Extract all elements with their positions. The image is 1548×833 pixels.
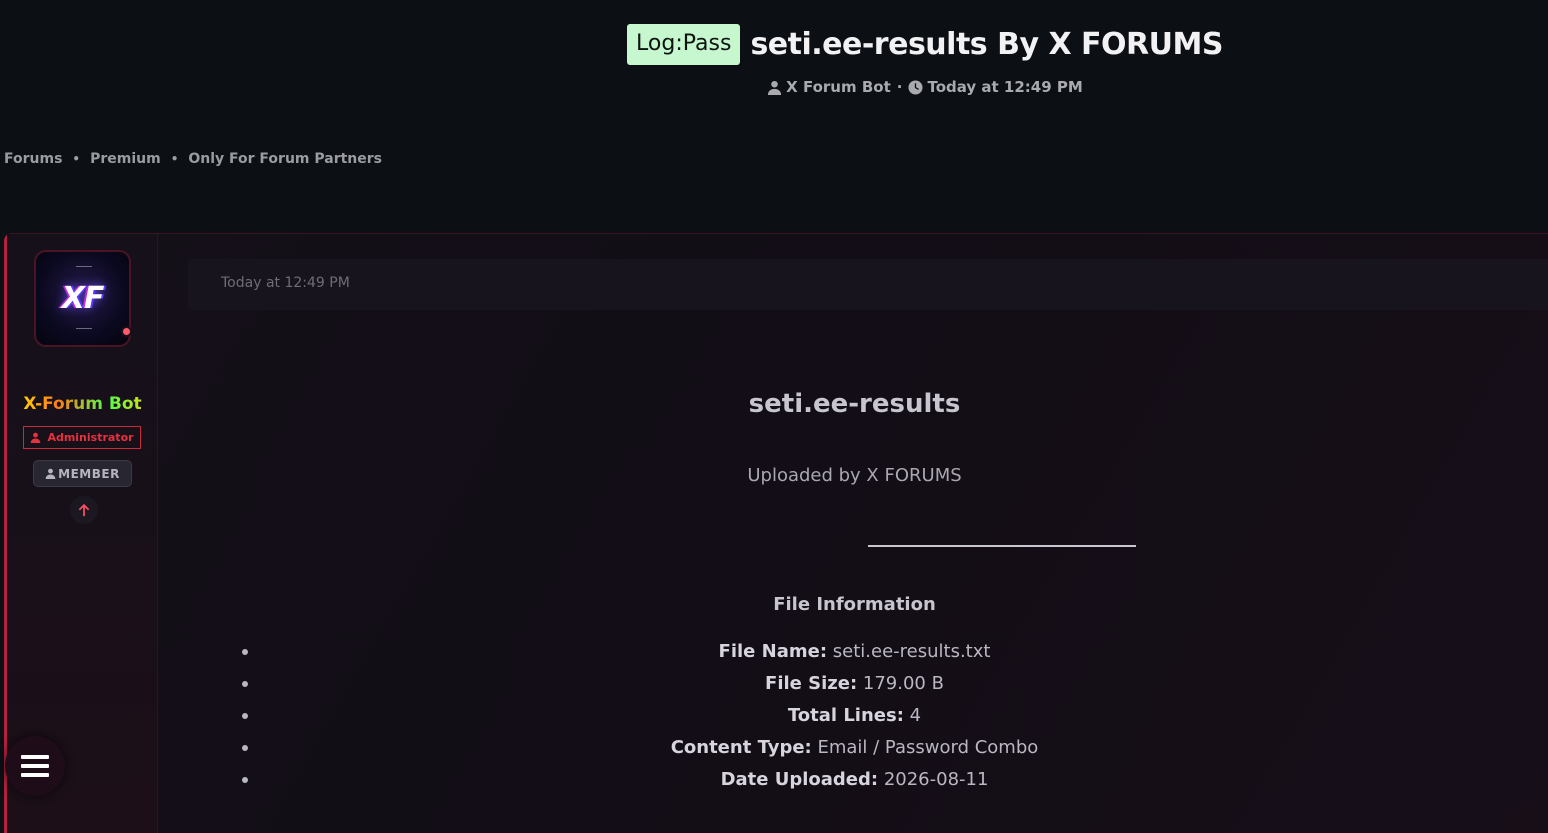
info-value: 4 [909, 705, 922, 726]
user-icon [767, 80, 782, 95]
info-value: 2026-08-11 [883, 769, 989, 790]
post-container: XF X-Forum Bot Administrator MEMBER Toda… [4, 233, 1548, 833]
content-divider [868, 545, 1136, 547]
list-item: Total Lines: 4 [158, 705, 1548, 737]
breadcrumb-partners[interactable]: Only For Forum Partners [188, 151, 382, 167]
file-info-heading: File Information [773, 594, 936, 615]
meta-separator: · [896, 78, 903, 96]
role-badge-member: MEMBER [33, 460, 132, 487]
thread-meta: X Forum Bot · Today at 12:49 PM [0, 78, 1548, 96]
file-info-list: File Name: seti.ee-results.txt File Size… [158, 641, 1548, 801]
menu-button[interactable] [5, 736, 65, 796]
bullet [242, 681, 248, 687]
thread-title-row: Log:Pass seti.ee-results By X FORUMS [0, 24, 1548, 65]
breadcrumb-separator: • [72, 152, 81, 166]
list-item: Content Type: Email / Password Combo [158, 737, 1548, 769]
bullet [242, 713, 248, 719]
thread-author[interactable]: X Forum Bot [786, 78, 891, 96]
online-status-dot [121, 326, 132, 337]
info-value: Email / Password Combo [817, 737, 1039, 758]
avatar-decoration [76, 328, 92, 329]
breadcrumb-premium[interactable]: Premium [90, 151, 161, 167]
role-admin-label: Administrator [47, 431, 134, 444]
info-label: Content Type: [670, 737, 812, 758]
thread-title: seti.ee-results By X FORUMS [750, 27, 1223, 62]
menu-icon [21, 755, 49, 777]
info-label: File Size: [765, 673, 858, 694]
thread-prefix-badge[interactable]: Log:Pass [627, 24, 741, 65]
post-date[interactable]: Today at 12:49 PM [221, 275, 350, 291]
user-icon [31, 432, 41, 443]
breadcrumb-separator: • [170, 152, 179, 166]
thread-date[interactable]: Today at 12:49 PM [927, 78, 1082, 96]
breadcrumb: Forums • Premium • Only For Forum Partne… [4, 151, 382, 167]
role-member-label: MEMBER [58, 466, 120, 481]
bullet [242, 777, 248, 783]
info-label: Date Uploaded: [720, 769, 879, 790]
user-icon [45, 468, 56, 479]
post-date-bar: Today at 12:49 PM [188, 259, 1548, 310]
info-label: Total Lines: [787, 705, 904, 726]
thread-page: Log:Pass seti.ee-results By X FORUMS X F… [0, 0, 1548, 833]
info-label: File Name: [718, 641, 828, 662]
arrow-up-icon[interactable] [70, 496, 98, 524]
breadcrumb-forums[interactable]: Forums [4, 151, 62, 167]
content-uploaded-by: Uploaded by X FORUMS [747, 465, 962, 486]
username[interactable]: X-Forum Bot [7, 394, 158, 414]
avatar-decoration [76, 266, 92, 267]
list-item: Date Uploaded: 2026-08-11 [158, 769, 1548, 801]
clock-icon [908, 79, 923, 95]
avatar-logo: XF [61, 281, 105, 316]
avatar[interactable]: XF [34, 250, 131, 347]
info-value: 179.00 B [862, 673, 944, 694]
info-value: seti.ee-results.txt [832, 641, 991, 662]
role-badge-admin: Administrator [23, 426, 141, 449]
bullet [242, 745, 248, 751]
content-title: seti.ee-results [748, 389, 961, 419]
list-item: File Name: seti.ee-results.txt [158, 641, 1548, 673]
list-item: File Size: 179.00 B [158, 673, 1548, 705]
bullet [242, 649, 248, 655]
